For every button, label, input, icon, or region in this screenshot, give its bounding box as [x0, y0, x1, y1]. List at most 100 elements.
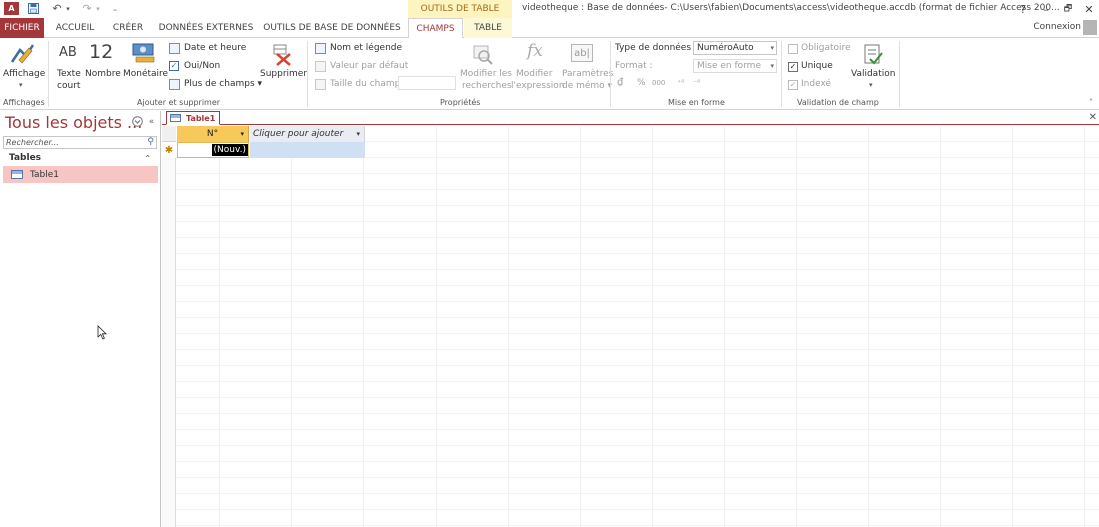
nav-item-label: Table1 [30, 169, 59, 180]
modify-expression-button-line2[interactable]: l'expression [511, 81, 565, 91]
indexed-checkbox[interactable]: ✓ [788, 80, 798, 90]
validation-icon[interactable] [862, 43, 884, 67]
validation-button[interactable]: Validation [851, 69, 895, 79]
decrease-decimals-icon[interactable]: ⁻⁰ [693, 78, 700, 87]
memo-settings-icon[interactable]: ab| [571, 44, 593, 62]
currency-icon[interactable] [131, 42, 157, 64]
tab-fields[interactable]: CHAMPS [408, 18, 463, 39]
tab-home[interactable]: ACCUEIL [50, 18, 100, 38]
customize-toolbar-icon[interactable]: ₌ [110, 1, 120, 16]
currency-format-icon[interactable]: ₫ [617, 77, 623, 88]
table-icon [11, 170, 23, 179]
unique-checkbox[interactable]: ✓ [788, 62, 798, 72]
date-time-button[interactable]: Date et heure [184, 43, 246, 53]
undo-dropdown-icon[interactable]: ▾ [64, 1, 72, 16]
view-dropdown-icon[interactable]: ▾ [19, 81, 23, 89]
sign-in-link[interactable]: Connexion [1033, 22, 1081, 32]
close-document-icon[interactable]: ✕ [1089, 112, 1097, 123]
fx-icon[interactable]: fx [527, 41, 543, 61]
format-select[interactable]: Mise en forme ▾ [693, 59, 777, 73]
nav-menu-icon[interactable] [131, 115, 144, 128]
access-window: A ↶ ▾ ↷ ▾ ₌ OUTILS DE TABLE videotheque … [0, 0, 1099, 527]
redo-dropdown-icon[interactable]: ▾ [94, 1, 102, 16]
search-input[interactable]: Rechercher... ⚲ [3, 136, 157, 149]
delete-field-button[interactable]: Supprimer [260, 69, 307, 79]
short-text-button[interactable]: Texte [57, 69, 81, 79]
thousands-format-button[interactable]: 000 [652, 79, 665, 87]
modify-lookups-button[interactable]: Modifier les [460, 69, 512, 79]
short-text-button-line2[interactable]: court [57, 81, 80, 91]
yes-no-icon[interactable]: ✓ [169, 61, 179, 71]
column-header-label: Cliquer pour ajouter [253, 129, 344, 139]
increase-decimals-icon[interactable]: ⁺⁰ [677, 78, 684, 87]
memo-settings-button[interactable]: Paramètres [562, 69, 613, 79]
view-icon[interactable] [10, 42, 36, 66]
chevron-down-icon[interactable]: ▾ [356, 130, 360, 138]
tab-database-tools[interactable]: OUTILS DE BASE DE DONNÉES [263, 18, 401, 38]
cell-new-add[interactable] [250, 142, 365, 158]
column-header-id[interactable]: N° ▾ [177, 126, 249, 142]
minimize-button[interactable]: – [1036, 0, 1056, 18]
data-type-select[interactable]: NuméroAuto ▾ [693, 41, 777, 55]
name-caption-button[interactable]: Nom et légende [330, 43, 402, 53]
cell-new-id[interactable]: (Nouv.) [177, 142, 249, 158]
percent-format-button[interactable]: % [637, 78, 646, 88]
view-button[interactable]: Affichage [3, 69, 45, 79]
chevron-down-icon[interactable]: ▾ [240, 130, 244, 138]
short-text-icon[interactable]: AB [59, 45, 77, 60]
datasheet-grid[interactable]: ✱ N° ▾ Cliquer pour ajouter ▾ (Nouv.) [162, 126, 1099, 527]
undo-icon[interactable]: ↶ [50, 1, 64, 16]
window-title: videotheque : Base de données- C:\Users\… [522, 3, 1060, 13]
collapse-ribbon-icon[interactable]: ˄ [1089, 98, 1093, 107]
restore-button[interactable]: 🗗 [1058, 0, 1078, 18]
more-fields-icon[interactable] [169, 79, 180, 90]
default-value-button[interactable]: Valeur par défaut [330, 61, 408, 71]
currency-button[interactable]: Monétaire [123, 69, 168, 79]
required-label: Obligatoire [801, 43, 851, 53]
new-record-selector[interactable]: ✱ [162, 142, 176, 158]
help-button[interactable]: ? [1013, 0, 1033, 18]
collapse-group-icon[interactable]: ⌃ [144, 151, 151, 166]
delete-field-icon[interactable] [270, 43, 294, 67]
chevron-down-icon: ▾ [770, 44, 774, 52]
field-size-input[interactable] [398, 76, 456, 90]
group-label-views: Affichages [3, 98, 45, 107]
nav-pane-title[interactable]: Tous les objets ... [5, 113, 142, 132]
nav-item-table1[interactable]: Table1 [3, 166, 158, 183]
modify-expression-button[interactable]: Modifier [516, 69, 552, 79]
table-icon [170, 114, 181, 122]
yes-no-button[interactable]: Oui/Non [184, 61, 220, 71]
avatar[interactable] [1083, 20, 1097, 35]
save-icon[interactable] [26, 1, 40, 16]
modify-lookups-button-line2[interactable]: recherches [462, 81, 512, 91]
tab-file[interactable]: FICHIER [0, 18, 44, 38]
shutter-bar-icon[interactable]: « [145, 115, 158, 128]
memo-settings-button-line2[interactable]: de mémo ▾ [562, 81, 612, 91]
group-label-validation: Validation de champ [797, 98, 879, 107]
name-caption-icon[interactable] [315, 43, 326, 54]
close-button[interactable]: ✕ [1079, 0, 1099, 18]
more-fields-button[interactable]: Plus de champs ▾ [184, 79, 262, 89]
select-all-box[interactable] [162, 126, 176, 142]
tab-table[interactable]: TABLE [464, 18, 512, 38]
tab-external-data[interactable]: DONNÉES EXTERNES [158, 18, 254, 38]
redo-icon[interactable]: ↷ [80, 1, 94, 16]
access-logo-icon[interactable]: A [4, 2, 19, 15]
chevron-down-icon: ▾ [770, 62, 774, 70]
number-button[interactable]: Nombre [85, 69, 121, 79]
date-time-icon[interactable] [169, 43, 180, 54]
nav-group-label: Tables [9, 153, 42, 163]
nav-group-tables[interactable]: Tables ⌃ [3, 151, 157, 166]
doc-tab-table1[interactable]: Table1 [166, 111, 220, 125]
ribbon-tabs: FICHIER ACCUEIL CRÉER DONNÉES EXTERNES O… [0, 18, 1099, 39]
validation-dropdown-icon[interactable]: ▾ [869, 81, 873, 89]
column-header-add[interactable]: Cliquer pour ajouter ▾ [250, 126, 365, 142]
default-value-icon[interactable] [315, 61, 326, 72]
number-icon[interactable]: 12 [89, 41, 113, 63]
modify-lookups-icon[interactable] [472, 44, 494, 66]
format-value: Mise en forme [697, 61, 761, 71]
search-icon[interactable]: ⚲ [147, 137, 154, 148]
required-checkbox[interactable] [788, 44, 798, 54]
field-size-icon[interactable] [315, 79, 326, 90]
tab-create[interactable]: CRÉER [108, 18, 148, 38]
